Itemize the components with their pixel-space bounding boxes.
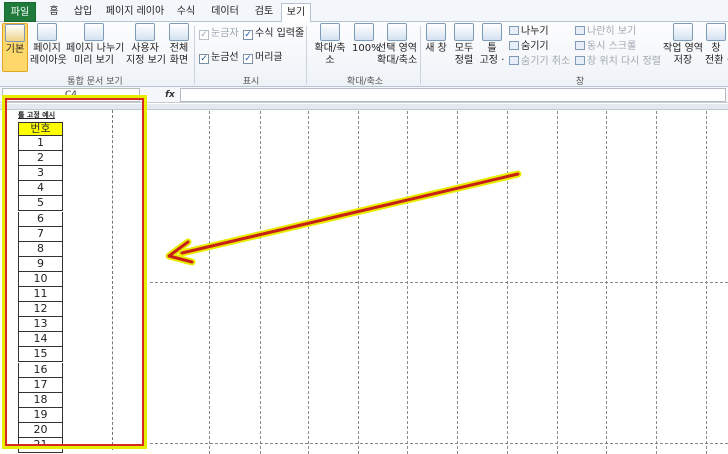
pointer-arrow xyxy=(165,170,522,266)
